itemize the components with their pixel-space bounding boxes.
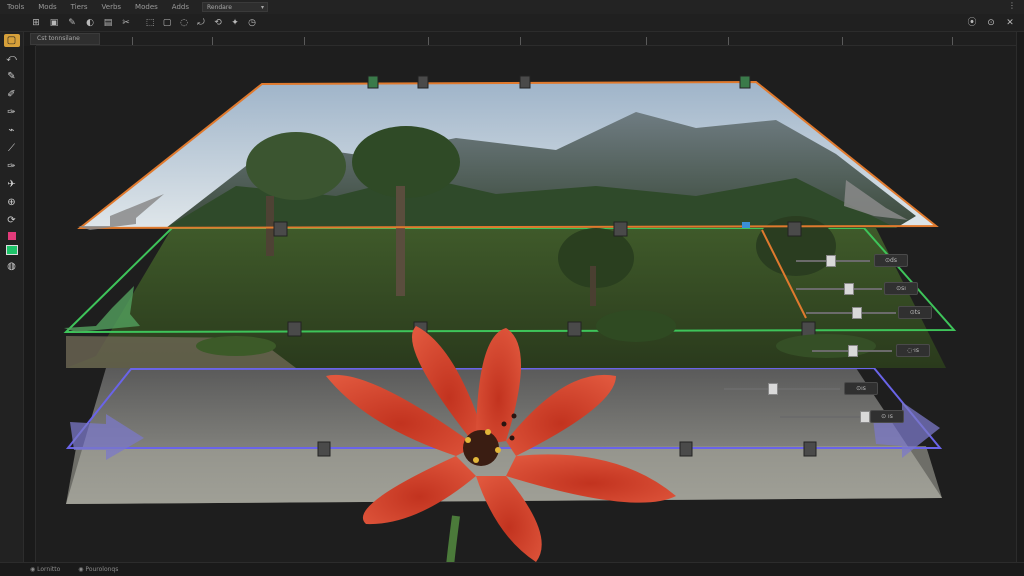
layers-icon[interactable]: ▤ <box>102 17 114 29</box>
vertical-ruler <box>24 46 36 562</box>
layer-slider-1[interactable]: ⊙ds <box>796 254 942 267</box>
transform-tool-icon[interactable]: ✈ <box>4 178 20 191</box>
slider-thumb[interactable] <box>848 345 858 357</box>
tool-panel: ▢ ⤺ ✎ ✐ ✑ ⌁ ⟋ ✑ ✈ ⊕ ⟳ ◍ <box>0 32 24 562</box>
menu-modes[interactable]: Modes <box>128 3 165 11</box>
sparkle-icon[interactable]: ✦ <box>229 17 241 29</box>
cut-icon[interactable]: ✂ <box>120 17 132 29</box>
layer-stack-illustration <box>63 75 957 562</box>
menu-tools[interactable]: Tools <box>0 3 31 11</box>
fill-tool-icon[interactable]: ◍ <box>4 260 20 273</box>
close-icon[interactable]: ✕ <box>1004 17 1016 29</box>
background-color-swatch[interactable] <box>7 232 16 240</box>
horizontal-ruler <box>36 32 1016 46</box>
slider-thumb[interactable] <box>860 411 870 423</box>
canvas[interactable]: ⊙ds ⊙sı ⊙ts ◌·ıs ⊙ıs ⊙ ıs <box>36 46 1016 562</box>
document-select-label: Rendare <box>206 3 232 11</box>
layer-slider-5[interactable]: ⊙ıs <box>724 382 914 395</box>
foreground-color-swatch[interactable] <box>5 245 18 255</box>
pen-icon[interactable]: ✎ <box>66 17 78 29</box>
record-icon[interactable]: ⦿ <box>966 17 978 29</box>
rectangle-icon[interactable]: ▢ <box>161 17 173 29</box>
document-tab[interactable]: Cst tonnsilane <box>30 33 100 45</box>
smudge-tool-icon[interactable]: ⌁ <box>4 124 20 137</box>
status-left[interactable]: ◉ Lornitto <box>30 566 60 573</box>
slider-value[interactable]: ⊙ıs <box>844 382 878 395</box>
toolbar-right-group: ⦿ ⊙ ✕ <box>966 17 1016 29</box>
status-right[interactable]: ◉ Pourolonqs <box>78 566 118 573</box>
target-icon[interactable]: ⊙ <box>985 17 997 29</box>
chevron-down-icon: ▾ <box>260 3 264 11</box>
menu-tiers[interactable]: Tiers <box>64 3 95 11</box>
slider-value[interactable]: ⊙sı <box>884 282 918 295</box>
slider-thumb[interactable] <box>826 255 836 267</box>
document-select[interactable]: Rendare ▾ <box>201 2 268 12</box>
toolbar-transform-group: ⬚ ▢ ◌ ⤾ ⟲ ✦ ◷ <box>144 17 258 29</box>
editor-window: Tools Mods Tiers Verbs Modes Adds Rendar… <box>0 0 1024 576</box>
select-icon[interactable]: ⬚ <box>144 17 156 29</box>
zoom-tool-icon[interactable]: ⊕ <box>4 196 20 209</box>
slider-thumb[interactable] <box>844 283 854 295</box>
slider-thumb[interactable] <box>768 383 778 395</box>
slider-value[interactable]: ◌·ıs <box>896 344 930 357</box>
clock-icon[interactable]: ◷ <box>246 17 258 29</box>
menu-verbs[interactable]: Verbs <box>95 3 129 11</box>
lasso-icon[interactable]: ◌ <box>178 17 190 29</box>
lasso-tool-icon[interactable]: ⤺ <box>4 52 20 65</box>
brush-tool-icon[interactable]: ✎ <box>4 70 20 83</box>
pencil-tool-icon[interactable]: ✐ <box>4 88 20 101</box>
move-tool-icon[interactable]: ▢ <box>3 34 20 47</box>
layer-slider-3[interactable]: ⊙ts <box>806 306 952 319</box>
menu-mods[interactable]: Mods <box>31 3 63 11</box>
slider-value[interactable]: ⊙ds <box>874 254 908 267</box>
contrast-icon[interactable]: ◐ <box>84 17 96 29</box>
layer-slider-4[interactable]: ◌·ıs <box>812 344 932 357</box>
right-scrollbar[interactable] <box>1016 32 1024 562</box>
redo-icon[interactable]: ⤾ <box>195 17 207 29</box>
toolbar: ⊞ ▣ ✎ ◐ ▤ ✂ ⬚ ▢ ◌ ⤾ ⟲ ✦ ◷ ⦿ ⊙ ✕ <box>0 14 1024 32</box>
slider-value[interactable]: ⊙ts <box>898 306 932 319</box>
slider-thumb[interactable] <box>852 307 862 319</box>
undo-icon[interactable]: ⟲ <box>212 17 224 29</box>
frame-icon[interactable]: ▣ <box>48 17 60 29</box>
pen-tool-icon[interactable]: ✑ <box>4 106 20 119</box>
ink-tool-icon[interactable]: ✑ <box>4 160 20 173</box>
grid-icon[interactable]: ⊞ <box>30 17 42 29</box>
line-tool-icon[interactable]: ⟋ <box>4 142 20 155</box>
overflow-menu-icon[interactable]: ⋮ <box>1008 1 1016 10</box>
layer-slider-2[interactable]: ⊙sı <box>796 282 942 295</box>
rotate-tool-icon[interactable]: ⟳ <box>4 214 20 227</box>
status-bar: ◉ Lornitto ◉ Pourolonqs <box>0 562 1024 576</box>
slider-value[interactable]: ⊙ ıs <box>870 410 904 423</box>
menu-adds[interactable]: Adds <box>165 3 196 11</box>
layer-slider-6[interactable]: ⊙ ıs <box>780 410 920 423</box>
menu-bar: Tools Mods Tiers Verbs Modes Adds Rendar… <box>0 0 1024 14</box>
